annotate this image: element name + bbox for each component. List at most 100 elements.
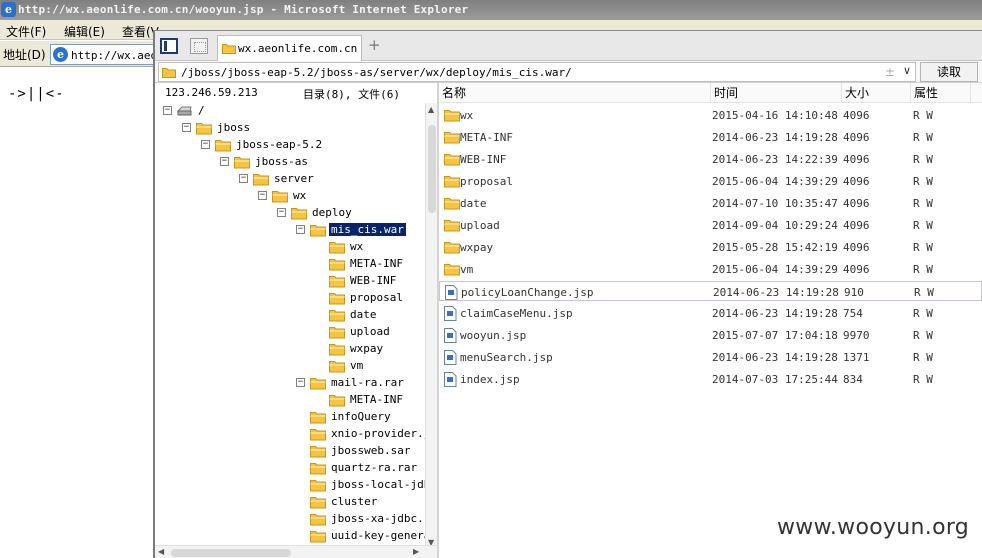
file-size: 1371 xyxy=(843,351,870,364)
file-row[interactable]: index.jsp 2014-07-03 17:25:44 834 R W xyxy=(439,369,982,389)
directory-tree: − / − jboss − jboss-eap-5.2− jboss-as − server − w… xyxy=(155,103,437,545)
folder-icon xyxy=(310,378,326,390)
file-time: 2015-07-07 17:04:18 xyxy=(712,329,838,342)
layout-button[interactable] xyxy=(190,38,208,54)
folder-icon xyxy=(329,395,345,407)
folder-row[interactable]: META-INF 2014-06-23 14:19:28 4096 R W xyxy=(439,127,982,147)
folder-row[interactable]: wxpay 2015-05-28 15:42:19 4096 R W xyxy=(439,237,982,257)
col-name[interactable]: 名称 xyxy=(439,83,711,103)
tree-item[interactable]: wx xyxy=(155,239,425,256)
tree-item[interactable]: cluster xyxy=(155,494,425,511)
tree-item[interactable]: − deploy xyxy=(155,205,425,222)
collapse-toggle-icon[interactable]: − xyxy=(239,174,248,183)
folder-icon xyxy=(310,480,326,492)
tree-item[interactable]: WEB-INF xyxy=(155,273,425,290)
file-size: 910 xyxy=(844,286,864,299)
collapse-toggle-icon[interactable]: − xyxy=(296,378,305,387)
file-row[interactable]: claimCaseMenu.jsp 2014-06-23 14:19:28 754 R… xyxy=(439,303,982,323)
item-counts: 目录(8), 文件(6) xyxy=(303,88,400,101)
path-input[interactable]: /jboss/jboss-eap-5.2/jboss-as/server/wx/… xyxy=(158,62,916,82)
collapse-toggle-icon[interactable]: − xyxy=(296,225,305,234)
scroll-up-icon[interactable]: ▲ xyxy=(428,105,434,114)
tree-item[interactable]: uuid-key-generat xyxy=(155,528,437,545)
scroll-left-icon[interactable]: ◀ xyxy=(158,547,164,556)
tree-item[interactable]: − server xyxy=(155,171,425,188)
scroll-right-icon[interactable]: ▶ xyxy=(413,547,419,556)
ie-window-title: http://wx.aeonlife.com.cn/wooyun.jsp - M… xyxy=(18,3,469,16)
tree-item[interactable]: proposal xyxy=(155,290,425,307)
toggle-panel-button[interactable] xyxy=(160,38,178,54)
folder-icon xyxy=(310,446,326,458)
ie-logo-icon: e xyxy=(1,2,16,17)
path-value: /jboss/jboss-eap-5.2/jboss-as/server/wx/… xyxy=(181,66,572,79)
file-attr: R W xyxy=(913,109,933,122)
tree-item[interactable]: jbossweb.sar xyxy=(155,443,425,460)
folder-row[interactable]: wx 2015-04-16 14:10:48 4096 R W xyxy=(439,105,982,125)
tree-item[interactable]: − mis_cis.war xyxy=(155,222,425,239)
tree-horizontal-scrollbar[interactable]: ◀ ▶ xyxy=(155,545,437,558)
collapse-toggle-icon[interactable]: − xyxy=(201,140,210,149)
menu-file[interactable]: 文件(F) xyxy=(6,23,46,40)
scroll-thumb[interactable] xyxy=(171,549,291,557)
tree-item[interactable]: wxpay xyxy=(155,341,425,358)
tree-item[interactable]: − jboss-as xyxy=(155,154,425,171)
chevron-down-icon[interactable]: ∨ xyxy=(903,64,911,77)
tree-item[interactable]: quartz-ra.rar xyxy=(155,460,425,477)
tree-item[interactable]: jboss-xa-jdbc.ra xyxy=(155,511,437,528)
file-icon xyxy=(444,372,457,387)
tree-item[interactable]: − jboss-eap-5.2 xyxy=(155,137,425,154)
tree-item[interactable]: − wx xyxy=(155,188,425,205)
tree-item[interactable]: − jboss xyxy=(155,120,425,137)
read-button[interactable]: 读取 xyxy=(920,62,978,82)
plus-minus-icon[interactable]: ± xyxy=(885,65,895,79)
file-size: 4096 xyxy=(843,263,870,276)
folder-row[interactable]: WEB-INF 2014-06-23 14:22:39 4096 R W xyxy=(439,149,982,169)
tree-item[interactable]: − mail-ra.rar xyxy=(155,375,425,392)
scroll-thumb[interactable] xyxy=(428,125,436,213)
file-row[interactable]: wooyun.jsp 2015-07-07 17:04:18 9970 R W xyxy=(439,325,982,345)
tree-item-label: META-INF xyxy=(350,257,403,270)
folder-icon xyxy=(291,208,307,220)
tree-item[interactable]: vm xyxy=(155,358,425,375)
folder-icon xyxy=(253,174,269,186)
file-name: index.jsp xyxy=(460,373,520,386)
folder-row[interactable]: vm 2015-06-04 14:39:29 4096 R W xyxy=(439,259,982,279)
menu-edit[interactable]: 编辑(E) xyxy=(64,23,105,40)
tab-site[interactable]: wx.aeonlife.com.cn xyxy=(217,35,362,61)
tree-item[interactable]: META-INF xyxy=(155,256,425,273)
collapse-toggle-icon[interactable]: − xyxy=(277,208,286,217)
collapse-toggle-icon[interactable]: − xyxy=(220,157,229,166)
folder-row[interactable]: date 2014-07-10 10:35:47 4096 R W xyxy=(439,193,982,213)
tree-vertical-scrollbar[interactable]: ▲ ▼ xyxy=(425,103,437,549)
folder-icon xyxy=(329,276,345,288)
collapse-toggle-icon[interactable]: − xyxy=(182,123,191,132)
file-size: 4096 xyxy=(843,175,870,188)
file-icon xyxy=(444,328,457,343)
tree-item[interactable]: xnio-provider.ja xyxy=(155,426,437,443)
col-attr[interactable]: 属性 xyxy=(911,83,971,103)
folder-icon xyxy=(162,68,176,78)
col-time[interactable]: 时间 xyxy=(711,83,842,103)
collapse-toggle-icon[interactable]: − xyxy=(258,191,267,200)
folder-row[interactable]: proposal 2015-06-04 14:39:29 4096 R W xyxy=(439,171,982,191)
tree-item[interactable]: META-INF xyxy=(155,392,425,409)
file-list-header: 名称 时间 大小 属性 xyxy=(439,83,982,103)
folder-icon xyxy=(444,220,460,232)
add-tab-button[interactable]: + xyxy=(368,36,381,54)
tree-item[interactable]: upload xyxy=(155,324,425,341)
col-size[interactable]: 大小 xyxy=(842,83,911,103)
tree-item[interactable]: − / xyxy=(155,103,425,120)
file-attr: R W xyxy=(913,351,933,364)
tree-item[interactable]: infoQuery xyxy=(155,409,425,426)
file-name: proposal xyxy=(460,175,513,188)
folder-icon xyxy=(272,191,288,203)
file-row[interactable]: policyLoanChange.jsp 2014-06-23 14:19:28 9… xyxy=(439,281,982,301)
tree-item-label: jboss-local-jdbc xyxy=(331,478,437,491)
tree-item[interactable]: jboss-local-jdbc xyxy=(155,477,437,494)
file-attr: R W xyxy=(914,286,934,299)
tree-item[interactable]: date xyxy=(155,307,425,324)
folder-icon xyxy=(196,123,212,135)
folder-row[interactable]: upload 2014-09-04 10:29:24 4096 R W xyxy=(439,215,982,235)
collapse-toggle-icon[interactable]: − xyxy=(163,106,172,115)
file-row[interactable]: menuSearch.jsp 2014-06-23 14:19:28 1371 R W xyxy=(439,347,982,367)
